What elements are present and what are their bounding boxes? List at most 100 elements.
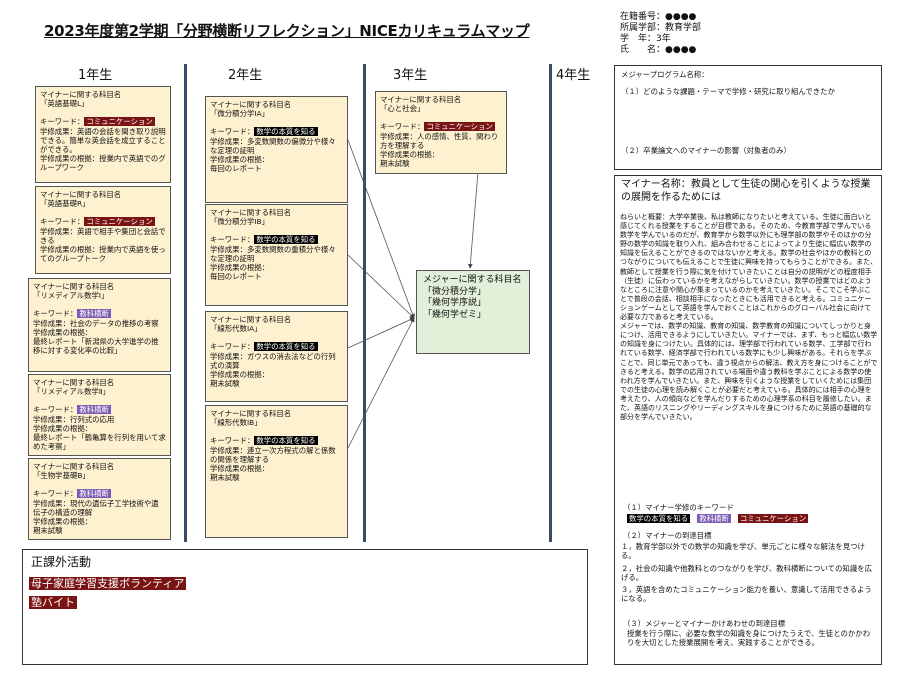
arrow-linalg1a [347, 317, 415, 349]
extracurricular-item-volunteer: 母子家庭学習支援ボランティア [29, 577, 187, 590]
year1-course-card: マイナーに関する科目名 「リメディアル数学Ⅰ」 キーワード： 教科横断 学修成果：社会の… [28, 278, 171, 372]
outcome-line: 学修成果の根拠： [380, 150, 440, 160]
minor-goal-2: ２，社会の知識や他教科とのつながりを学び、教科横断についての知識を広げる。 [621, 563, 872, 582]
card-heading: マイナーに関する科目名 [40, 90, 122, 99]
outcome-line: 期末試験 [210, 379, 240, 389]
keyword-tag: 数学の本質を知る [254, 342, 318, 352]
major-heading: メジャーに関する科目名 [423, 275, 522, 285]
card-heading: マイナーに関する科目名 [380, 95, 462, 104]
outcome-line: 学修成果：人の感情、性質、関わり方を理解する [380, 131, 499, 150]
card-heading: マイナーに関する科目名 [210, 315, 292, 324]
outcome-line: 学修成果の根拠： [210, 370, 270, 380]
minor-goals: １，教育学部以外での数学の知識を学び、単元ごとに様々な解法を見つける。 ２，社会… [621, 542, 877, 604]
keyword-label: キーワード： [33, 489, 78, 499]
outcome-line: 最終レポート「新潟県の大学進学の推移に対する変化率の比較」 [33, 337, 159, 356]
keyword-tag: コミュニケーション [84, 217, 155, 227]
year2-course-card: マイナーに関する科目名 「微分積分学ⅠB」キーワード： 数学の本質を知る 学修成果：多… [205, 204, 348, 306]
keyword-tag: 数学の本質を知る [254, 127, 318, 137]
outcome-line: 期末試験 [33, 526, 63, 536]
outcome-line: 毎回のレポート [210, 272, 262, 282]
card-heading: マイナーに関する科目名 [33, 462, 115, 471]
arrow-linalg1b [347, 317, 415, 449]
card-heading: マイナーに関する科目名 [210, 208, 292, 217]
keyword-label: キーワード： [210, 436, 255, 446]
keyword-row: キーワード： 教科横断 [33, 405, 166, 415]
outcome-line: 最終レポート「鶴亀算を行列を用いて求めた考察」 [33, 433, 166, 452]
course-name: 「心と社会」 [380, 104, 425, 114]
keyword-tag: コミュニケーション [424, 122, 495, 132]
outcome-line: 学修成果の根拠： [33, 423, 93, 433]
outcome-line: 学修成果：多変数関数の偏微分や様々な定理の証明 [210, 136, 336, 155]
outcome-line: 学修成果：現代の遺伝子工学技術や遺伝子の構造の理解 [33, 498, 159, 517]
year2-course-card: マイナーに関する科目名 「微分積分学ⅠA」 キーワード： 数学の本質を知る 学修成果：多… [205, 96, 348, 203]
outcome-line: 学修成果：英語の会話を聞き取り説明できる。簡単な英会話を成立することができる。 [40, 126, 166, 155]
outcome-line: 学修成果：社会のデータの推移の考察 [33, 318, 159, 328]
outcome-line: 学修成果：多変数関数の重積分や様々な定理の証明 [210, 244, 336, 263]
outcome-line: 学修成果の根拠：授業内で英語を使ってのグループトーク [40, 245, 166, 264]
keyword-label: キーワード： [40, 217, 85, 227]
outcome-line: 期末試験 [210, 473, 240, 483]
keyword-kyouka: 教科横断 [697, 514, 731, 523]
keyword-communication: コミュニケーション [737, 514, 809, 523]
outcome-line: 学修成果：連立一次方程式の解と係数の関係を理解する [210, 445, 336, 464]
minor-label: マイナー名称： [621, 179, 691, 190]
course-name: 「線形代数ⅠA」 [210, 324, 262, 334]
course-name: 「英語基礎R」 [40, 199, 90, 209]
keyword-row: キーワード： コミュニケーション [40, 117, 166, 127]
keyword-honshitsu: 数学の本質を知る [627, 514, 691, 523]
outcome-line: 学修成果：ガウスの消去法などの行列式の演算 [210, 351, 336, 370]
arrow-calc1b [347, 254, 415, 319]
card-heading: マイナーに関する科目名 [210, 100, 292, 109]
keyword-tag: 教科横断 [77, 405, 111, 415]
arrow-kokoro [467, 171, 479, 269]
minor-title: マイナー名称：教員として生徒の関心を引くような授業の展開を作るためには [621, 179, 877, 204]
card-heading: マイナーに関する科目名 [40, 190, 122, 199]
year2-course-card: マイナーに関する科目名 「線形代数ⅠA」 キーワード： 数学の本質を知る 学修成果：ガウ… [205, 311, 348, 402]
course-name: 「微分積分学ⅠB」 [210, 217, 269, 227]
course-name: 「生物学基礎B」 [33, 471, 90, 481]
year1-course-card: マイナーに関する科目名 「英語基礎L」キーワード： コミュニケーション 学修成果：英語… [35, 86, 171, 183]
keyword-label: キーワード： [33, 309, 78, 319]
program-label: メジャープログラム名称： [621, 70, 709, 79]
year1-course-card: マイナーに関する科目名 「リメディアル数学Ⅱ」 キーワード： 教科横断 学修成果：行列式… [28, 374, 171, 456]
program-q1: （１）どのような課題・テーマで学修・研究に取り組んできたか [621, 87, 835, 96]
outcome-line: 学修成果の根拠： [210, 263, 270, 273]
keyword-tag: 数学の本質を知る [254, 235, 318, 245]
keyword-row: キーワード： 数学の本質を知る [210, 235, 343, 245]
keyword-row: キーワード： 教科横断 [33, 309, 166, 319]
outcome-line: 学修成果：英語で相手や集団と会話できる [40, 226, 166, 245]
year1-course-card: マイナーに関する科目名 「生物学基礎B」キーワード： 教科横断 学修成果：現代の遺伝子… [28, 458, 171, 540]
course-name: 「英語基礎L」 [40, 99, 89, 109]
keyword-row: キーワード： 数学の本質を知る [210, 436, 343, 446]
keyword-label: キーワード： [380, 122, 425, 132]
outcome-line: 学修成果の根拠： [210, 155, 270, 165]
keyword-row: キーワード： コミュニケーション [40, 217, 166, 227]
minor-keywords: 数学の本質を知る 教科横断 コミュニケーション [627, 514, 809, 523]
keyword-label: キーワード： [33, 405, 78, 415]
keyword-row: キーワード： 教科横断 [33, 489, 166, 499]
extracurricular-heading: 正課外活動 [31, 555, 92, 569]
major-course-1: 「微分積分学」 [423, 286, 487, 297]
outcome-line: 学修成果：行列式の応用 [33, 414, 115, 424]
card-heading: マイナーに関する科目名 [210, 409, 292, 418]
minor-goals-heading: （２）マイナーの到達目標 [623, 531, 712, 540]
minor-kw-heading: （１）マイナー学修のキーワード [623, 503, 734, 512]
minor-goal-1: １，教育学部以外での数学の知識を学び、単元ごとに様々な解法を見つける。 [621, 542, 865, 561]
extracurricular-box: 正課外活動 母子家庭学習支援ボランティア 塾バイト [22, 549, 588, 665]
extracurricular-item-juku: 塾バイト [29, 596, 77, 609]
course-name: 「リメディアル数学Ⅱ」 [33, 387, 110, 397]
card-heading: マイナーに関する科目名 [33, 378, 115, 387]
course-name: 「リメディアル数学Ⅰ」 [33, 291, 109, 301]
major-course-2: 「幾何学序説」 [423, 298, 487, 308]
keyword-row: キーワード： 数学の本質を知る [210, 342, 343, 352]
outcome-line: 期末試験 [380, 159, 410, 169]
course-name: 「微分積分学ⅠA」 [210, 109, 269, 119]
keyword-row: キーワード： 数学の本質を知る [210, 127, 343, 137]
outcome-line: 毎回のレポート [210, 164, 262, 174]
minor-panel: マイナー名称：教員として生徒の関心を引くような授業の展開を作るためには ねらいと… [614, 175, 882, 665]
year3-course-card: マイナーに関する科目名 「心と社会」 キーワード： コミュニケーション 学修成果：人の感… [375, 91, 507, 174]
keyword-label: キーワード： [210, 342, 255, 352]
minor-goal-3: ３，英語を含めたコミュニケーション能力を養い、意識して活用できるようになる。 [621, 585, 872, 604]
keyword-tag: コミュニケーション [84, 117, 155, 127]
keyword-label: キーワード： [210, 127, 255, 137]
